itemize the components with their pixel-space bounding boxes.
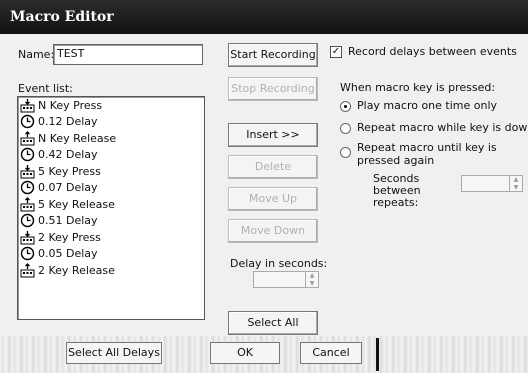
list-item-label: 5 Key Release <box>38 197 115 211</box>
list-item[interactable]: 0.07 Delay <box>18 180 204 197</box>
delay-icon <box>20 246 35 261</box>
list-item[interactable]: 5 Key Release <box>18 196 204 213</box>
stop-recording-button[interactable]: Stop Recording <box>228 77 318 101</box>
record-delays-checkbox[interactable]: ✓ <box>330 46 342 58</box>
list-item-label: 2 Key Release <box>38 263 115 277</box>
key-press-icon <box>20 98 35 113</box>
move-up-button[interactable]: Move Up <box>228 187 318 211</box>
delete-button[interactable]: Delete <box>228 155 318 179</box>
list-item-label: 0.12 Delay <box>38 115 98 129</box>
footer-divider <box>376 338 379 371</box>
delay-icon <box>20 180 35 195</box>
list-item[interactable]: 0.05 Delay <box>18 246 204 263</box>
event-list[interactable]: N Key Press 0.12 Delay N Key Release 0.42 D… <box>17 96 205 320</box>
delay-icon <box>20 213 35 228</box>
seconds-between-label: Seconds between repeats: <box>373 172 421 209</box>
delay-icon <box>20 114 35 129</box>
delay-seconds-input[interactable]: ▲ ▼ <box>253 271 319 288</box>
macro-editor-window: Name: TEST Event list: N Key Press 0.12 D… <box>0 34 528 373</box>
when-pressed-label: When macro key is pressed: <box>340 81 496 94</box>
start-recording-button[interactable]: Start Recording <box>228 43 318 67</box>
list-item-label: 0.07 Delay <box>38 181 98 195</box>
list-item[interactable]: N Key Release <box>18 130 204 147</box>
spin-down-icon[interactable]: ▼ <box>306 280 318 288</box>
list-item-label: 0.42 Delay <box>38 148 98 162</box>
play-once-label: Play macro one time only <box>357 99 498 112</box>
insert-button[interactable]: Insert >> <box>228 123 318 147</box>
delay-icon <box>20 147 35 162</box>
record-delays-label: Record delays between events <box>348 45 517 58</box>
list-item[interactable]: 0.51 Delay <box>18 213 204 230</box>
list-item-label: 5 Key Press <box>38 164 101 178</box>
list-item-label: 2 Key Press <box>38 230 101 244</box>
play-once-radio[interactable] <box>340 101 351 112</box>
list-item-label: 0.05 Delay <box>38 247 98 261</box>
repeat-until-pressed-radio[interactable] <box>340 147 351 158</box>
list-item[interactable]: 2 Key Press <box>18 229 204 246</box>
key-release-icon <box>20 130 35 146</box>
select-all-delays-button[interactable]: Select All Delays <box>66 342 162 364</box>
list-item[interactable]: 5 Key Press <box>18 163 204 180</box>
list-item-label: N Key Release <box>38 131 117 145</box>
event-list-label: Event list: <box>18 82 73 95</box>
name-field[interactable]: TEST <box>53 44 203 65</box>
list-item[interactable]: 0.12 Delay <box>18 114 204 131</box>
repeat-while-down-radio[interactable] <box>340 123 351 134</box>
list-item[interactable]: 0.42 Delay <box>18 147 204 164</box>
repeat-until-pressed-label: Repeat macro until key is pressed again <box>357 141 497 167</box>
footer-bar: Select All Delays OK Cancel <box>0 336 528 373</box>
cancel-button[interactable]: Cancel <box>300 342 362 364</box>
delay-seconds-label: Delay in seconds: <box>230 257 328 270</box>
list-item-label: N Key Press <box>38 98 103 112</box>
spin-down-icon[interactable]: ▼ <box>510 184 522 192</box>
key-press-icon <box>20 230 35 245</box>
move-down-button[interactable]: Move Down <box>228 219 318 243</box>
window-title: Macro Editor <box>0 0 528 34</box>
repeat-while-down-label: Repeat macro while key is down <box>357 121 528 134</box>
key-release-icon <box>20 196 35 212</box>
name-label: Name: <box>18 48 55 61</box>
key-press-icon <box>20 164 35 179</box>
list-item-label: 0.51 Delay <box>38 214 98 228</box>
ok-button[interactable]: OK <box>210 342 280 364</box>
list-item[interactable]: 2 Key Release <box>18 262 204 279</box>
seconds-between-input[interactable]: ▲ ▼ <box>461 175 523 192</box>
list-item[interactable]: N Key Press <box>18 97 204 114</box>
spin-up-icon[interactable]: ▲ <box>510 176 522 184</box>
seconds-between-spinner[interactable]: ▲ ▼ <box>509 176 522 191</box>
delay-spinner[interactable]: ▲ ▼ <box>305 272 318 287</box>
spin-up-icon[interactable]: ▲ <box>306 272 318 280</box>
select-all-button[interactable]: Select All <box>228 311 318 335</box>
key-release-icon <box>20 262 35 278</box>
